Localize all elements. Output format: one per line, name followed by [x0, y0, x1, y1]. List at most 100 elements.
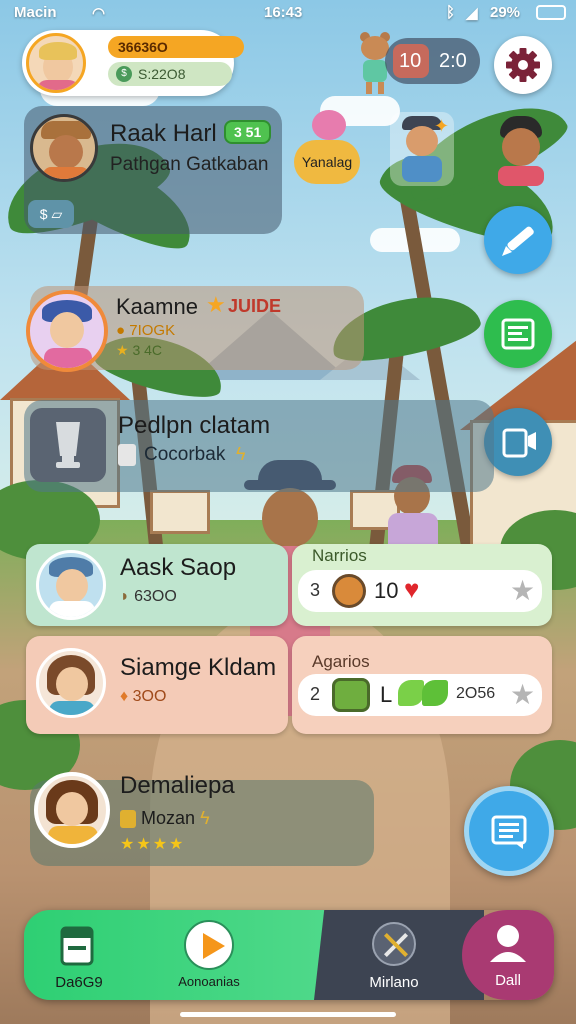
coin-bag-icon — [120, 810, 136, 829]
food-basket-icon — [332, 678, 370, 712]
avatar-hair — [39, 42, 77, 60]
ticket-icon[interactable]: $ ▱ — [28, 200, 74, 228]
cup-icon — [56, 422, 80, 468]
gem-icon — [398, 680, 424, 706]
message-list-icon — [491, 815, 527, 849]
card-name: Siamge Kldam — [120, 654, 277, 681]
featured-avatar[interactable] — [26, 290, 108, 372]
profile-avatar[interactable] — [26, 33, 86, 93]
tag-label: Yanalag — [301, 154, 353, 170]
yanalag-tag[interactable]: Yanalag — [294, 110, 360, 184]
speech-bubble-icon — [502, 428, 536, 458]
nav-label: Aonoanias — [178, 974, 240, 989]
status-bar: Macin ◠ 16:43 ᛒ ◢ 29% — [0, 0, 576, 26]
nav-item-home[interactable]: Da6G9 — [24, 910, 134, 1000]
featured-badge: JUIDE — [228, 296, 282, 316]
inbox-button[interactable] — [464, 786, 554, 876]
bottom-player-avatar[interactable] — [34, 772, 110, 848]
card-avatar — [36, 648, 106, 718]
news-button[interactable] — [484, 300, 552, 368]
featured-stat-2: ★ 3 4C — [116, 342, 162, 359]
nav-item-profile[interactable]: Dall — [462, 910, 554, 1000]
level-badge: 3 51 — [224, 120, 272, 144]
carrier-label: Macin — [14, 4, 57, 21]
coin-value: S:22O8 — [138, 66, 186, 82]
basket-icon — [332, 574, 366, 608]
player-card-2[interactable]: Siamge Kldam ♦ 3OO — [26, 636, 288, 734]
favorite-star-icon[interactable]: ★ — [510, 574, 535, 607]
signal-icon: ◢ — [466, 5, 478, 22]
dice-icon — [118, 444, 136, 466]
heart-icon: ♥ — [404, 574, 420, 604]
bluetooth-icon: ᛒ — [446, 4, 456, 21]
battery-icon — [536, 5, 566, 20]
reward-card-2[interactable]: Agarios 2 L 2O56 ★ — [292, 636, 552, 734]
gem-icon — [422, 680, 448, 706]
favorite-star-icon[interactable]: ★ — [510, 678, 535, 711]
character-portrait-1[interactable]: ✦ — [390, 112, 454, 186]
newspaper-icon — [501, 318, 535, 350]
round-timer: 10 2:0 — [385, 38, 480, 84]
card-stat: ♦ 3OO — [120, 688, 167, 705]
player-avatar — [30, 114, 98, 182]
person-icon — [490, 925, 526, 962]
reward-letter: L — [380, 682, 393, 707]
profile-pill[interactable]: 36636O $ S:22O8 — [22, 30, 244, 96]
player-id: 36636O — [108, 36, 244, 58]
bottom-player-name: Demaliepa — [120, 772, 235, 799]
item-slot — [30, 408, 106, 482]
featured-name: Kaamne — [116, 294, 198, 319]
star-icon: ★ — [116, 342, 129, 358]
reward-card-1[interactable]: Narrios 3 10 ♥ ★ — [292, 544, 552, 626]
item-panel[interactable]: Pedlpn clatam Cocorbak ϟ — [24, 400, 494, 492]
pencil-icon — [502, 226, 534, 256]
inventory-box-icon — [60, 926, 94, 966]
shell-icon: ◗ — [120, 588, 130, 605]
coin-icon: ● — [116, 322, 126, 339]
settings-button[interactable] — [494, 36, 552, 94]
star-burst-icon: ★ — [206, 292, 226, 317]
bottom-player-stat: Mozan ϟ — [120, 808, 210, 829]
reward-title: Narrios — [312, 546, 367, 565]
battery-label: 29% — [490, 4, 521, 21]
player-subtitle: Pathgan Gatkaban — [110, 154, 269, 175]
flame-icon: ♦ — [120, 688, 129, 705]
edit-button[interactable] — [484, 206, 552, 274]
featured-line2: 3 4C — [132, 342, 163, 358]
chat-button[interactable] — [484, 408, 552, 476]
reward-value: 10 — [374, 578, 399, 603]
nav-item-play[interactable]: Aonoanias — [134, 910, 284, 1000]
sparkle-icon: ✦ — [434, 116, 450, 136]
wifi-icon: ◠ — [92, 5, 106, 22]
reward-row: 3 10 ♥ ★ — [298, 570, 542, 612]
gear-icon — [506, 48, 540, 82]
coin-icon: $ — [116, 66, 132, 82]
item-subtitle: Cocorbak — [144, 444, 226, 465]
card-name: Aask Saop — [120, 554, 237, 581]
star-rating: ★★★★ — [120, 836, 186, 853]
bottom-navigation: Da6G9 Aonoanias Mirlano Dall — [24, 910, 554, 1000]
crossed-tools-icon — [372, 922, 416, 966]
clock: 16:43 — [264, 4, 303, 21]
reward-count: 3 — [310, 580, 321, 600]
home-indicator[interactable] — [180, 1012, 396, 1017]
character-portrait-2[interactable] — [490, 116, 552, 188]
item-title: Pedlpn clatam — [118, 412, 271, 439]
card-stat: ◗ 63OO — [120, 588, 177, 605]
card-avatar — [36, 550, 106, 620]
reward-value: 2O56 — [456, 685, 496, 702]
bolt-icon: ϟ — [200, 808, 210, 828]
featured-line1: 7IOGK — [129, 322, 176, 339]
timer-left: 10 — [399, 50, 422, 72]
nav-item-tools[interactable]: Mirlano — [334, 910, 454, 1000]
reward-title: Agarios — [312, 652, 370, 671]
reward-row: 2 L 2O56 ★ — [298, 674, 542, 716]
house — [150, 490, 210, 534]
player-card-panel[interactable]: Raak Harl 3 51 Pathgan Gatkaban $ ▱ — [24, 106, 282, 234]
bolt-icon: ϟ — [236, 444, 246, 464]
reward-count: 2 — [310, 684, 321, 704]
play-icon — [184, 920, 234, 970]
player-card-1[interactable]: Aask Saop ◗ 63OO — [26, 544, 288, 626]
coin-balance: $ S:22O8 — [108, 62, 232, 86]
player-name: Raak Harl — [110, 120, 217, 147]
